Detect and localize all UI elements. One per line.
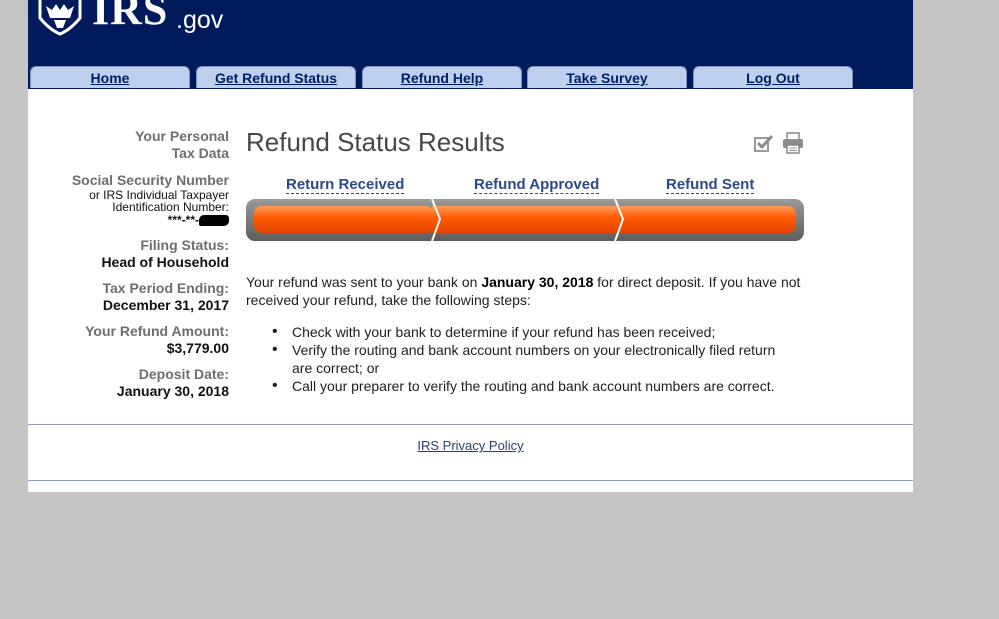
- tax-period-label: Tax Period Ending:: [102, 280, 229, 296]
- logo-gov-text: .gov: [176, 6, 224, 34]
- header: IRS .gov Home Get Refund Status Refund H…: [28, 0, 913, 89]
- refund-stage-labels: Return Received Refund Approved Refund S…: [246, 176, 804, 196]
- ssn-sublabel-line2: Identification Number:: [112, 200, 229, 214]
- progress-segment-return-received: [254, 206, 434, 233]
- refund-amount-value: $3,779.00: [166, 340, 229, 356]
- progress-segment-refund-approved: [432, 206, 617, 233]
- footer-divider: [28, 424, 913, 425]
- tab-log-out-label[interactable]: Log Out: [746, 70, 800, 86]
- message-text-part1: Your refund was sent to your bank on: [246, 274, 482, 290]
- personal-tax-data-panel: Your Personal Tax Data Social Security N…: [28, 128, 229, 399]
- tax-period-value: December 31, 2017: [102, 297, 229, 313]
- page: IRS .gov Home Get Refund Status Refund H…: [28, 0, 913, 492]
- stage-refund-sent[interactable]: Refund Sent: [666, 176, 755, 194]
- stage-refund-approved[interactable]: Refund Approved: [474, 176, 600, 194]
- filing-status-label: Filing Status:: [140, 237, 229, 253]
- ssn-value: ***-**-: [28, 213, 229, 227]
- tab-get-refund-status[interactable]: Get Refund Status: [196, 66, 356, 88]
- tab-take-survey-label[interactable]: Take Survey: [566, 70, 647, 86]
- page-tools: [754, 132, 806, 154]
- deposit-date-label: Deposit Date:: [138, 366, 229, 382]
- ssn-label: Social Security Number: [71, 172, 229, 188]
- tab-home[interactable]: Home: [30, 66, 190, 88]
- personal-data-heading-line2: Tax Data: [171, 145, 229, 161]
- list-item: Verify the routing and bank account numb…: [246, 341, 786, 377]
- footer-divider-bottom: [28, 480, 913, 481]
- footer: IRS Privacy Policy: [28, 437, 913, 455]
- stage-return-received[interactable]: Return Received: [286, 176, 405, 194]
- tab-refund-help-label[interactable]: Refund Help: [401, 70, 483, 86]
- personal-data-heading-line1: Your Personal: [135, 128, 229, 144]
- list-item: Call your preparer to verify the routing…: [246, 377, 786, 395]
- filing-status-value: Head of Household: [101, 254, 229, 270]
- page-title: Refund Status Results: [246, 127, 505, 157]
- progress-segment-refund-sent: [615, 206, 796, 233]
- message-deposit-date: January 30, 2018: [481, 274, 594, 290]
- ssn-masked-prefix: ***-**-: [167, 213, 199, 227]
- refund-progress-tracker: [246, 199, 804, 241]
- checkmark-icon[interactable]: [754, 134, 774, 152]
- list-item: Check with your bank to determine if you…: [246, 323, 786, 341]
- privacy-policy-link[interactable]: IRS Privacy Policy: [417, 438, 523, 453]
- refund-status-message: Your refund was sent to your bank on Jan…: [246, 273, 806, 309]
- ssn-redaction: [199, 215, 229, 227]
- tab-refund-help[interactable]: Refund Help: [362, 66, 522, 88]
- tab-log-out[interactable]: Log Out: [693, 66, 853, 88]
- tab-get-refund-status-label[interactable]: Get Refund Status: [215, 70, 337, 86]
- logo-irs-text: IRS: [92, 0, 169, 34]
- refund-amount-label: Your Refund Amount:: [85, 323, 229, 339]
- deposit-date-value: January 30, 2018: [116, 383, 229, 399]
- print-icon[interactable]: [782, 132, 804, 154]
- tab-home-label[interactable]: Home: [91, 70, 130, 86]
- eagle-seal-icon: [38, 0, 82, 36]
- tab-take-survey[interactable]: Take Survey: [527, 66, 687, 88]
- next-steps-list: Check with your bank to determine if you…: [246, 323, 786, 395]
